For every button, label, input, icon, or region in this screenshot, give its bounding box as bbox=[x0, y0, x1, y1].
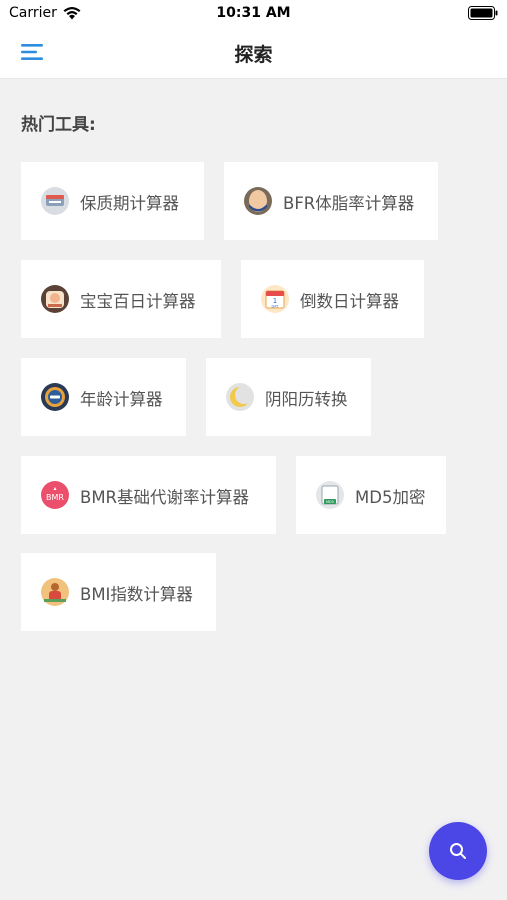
tool-label: 宝宝百日计算器 bbox=[80, 292, 196, 311]
tool-label: BMR基础代谢率计算器 bbox=[80, 488, 250, 507]
age-icon bbox=[41, 383, 69, 411]
tool-label: 保质期计算器 bbox=[80, 194, 179, 213]
tool-label: 年龄计算器 bbox=[80, 390, 163, 409]
tool-card-shelf-life[interactable]: 保质期计算器 bbox=[21, 162, 204, 240]
body-fat-icon bbox=[244, 187, 272, 215]
tool-label: BFR体脂率计算器 bbox=[283, 194, 415, 213]
search-button[interactable] bbox=[429, 822, 487, 880]
md5-icon: MD5 bbox=[316, 481, 344, 509]
page-title: 探索 bbox=[234, 44, 273, 66]
moon-icon bbox=[226, 383, 254, 411]
svg-text:MD5: MD5 bbox=[326, 500, 334, 504]
tool-label: 倒数日计算器 bbox=[300, 292, 399, 311]
calendar-icon: 1 DAY bbox=[261, 285, 289, 313]
tool-card-countdown[interactable]: 1 DAY 倒数日计算器 bbox=[241, 260, 424, 338]
shelf-life-icon bbox=[41, 187, 69, 215]
section-title: 热门工具: bbox=[21, 115, 96, 135]
tool-card-bmr[interactable]: BMR BMR基础代谢率计算器 bbox=[21, 456, 276, 534]
search-icon bbox=[450, 843, 466, 859]
tool-card-bmi[interactable]: BMI指数计算器 bbox=[21, 553, 216, 631]
tool-label: BMI指数计算器 bbox=[80, 585, 193, 604]
tool-card-baby[interactable]: 宝宝百日计算器 bbox=[21, 260, 221, 338]
tool-label: MD5加密 bbox=[355, 488, 426, 507]
battery-icon bbox=[468, 6, 498, 20]
tool-card-age[interactable]: 年龄计算器 bbox=[21, 358, 186, 436]
baby-icon bbox=[41, 285, 69, 313]
navigation-bar: 探索 bbox=[0, 28, 507, 79]
bmi-icon bbox=[41, 578, 69, 606]
tool-card-md5[interactable]: MD5 MD5加密 bbox=[296, 456, 446, 534]
svg-text:DAY: DAY bbox=[272, 305, 280, 309]
tool-label: 阴阳历转换 bbox=[265, 390, 348, 409]
clock: 10:31 AM bbox=[216, 5, 291, 21]
tool-card-lunar[interactable]: 阴阳历转换 bbox=[206, 358, 371, 436]
tool-card-bfr[interactable]: BFR体脂率计算器 bbox=[224, 162, 438, 240]
svg-text:BMR: BMR bbox=[46, 493, 64, 502]
bmr-icon: BMR bbox=[41, 481, 69, 509]
status-bar: Carrier 10:31 AM bbox=[0, 0, 507, 28]
